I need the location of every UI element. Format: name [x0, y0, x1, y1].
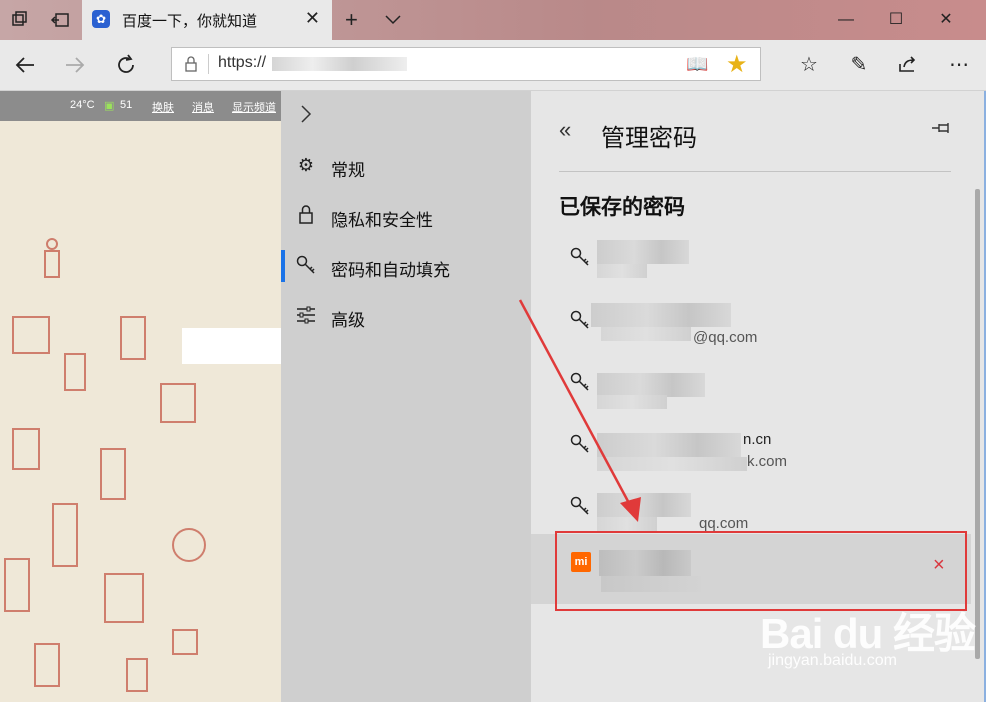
annotation-arrow [518, 299, 641, 522]
watermark-url: jingyan.baidu.com [768, 652, 897, 669]
baidu-jingyan-watermark: Bai du 经验 jingyan.baidu.com [760, 600, 980, 690]
